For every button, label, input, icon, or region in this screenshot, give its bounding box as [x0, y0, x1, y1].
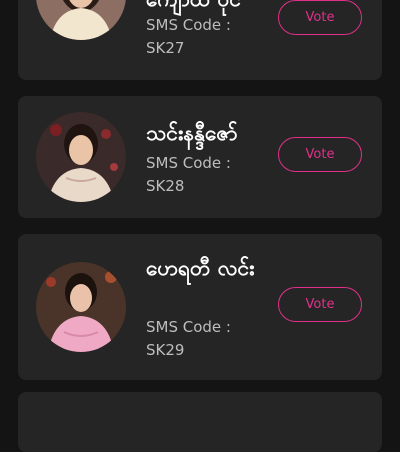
candidate-avatar	[36, 112, 126, 202]
candidate-card	[18, 392, 382, 452]
sms-code-label: SMS Code :	[146, 16, 231, 34]
sms-code: SK27	[146, 39, 185, 57]
candidate-name: ကျော်ထဲ ဝိုင်	[146, 0, 276, 14]
candidate-name: သင်းနန္ဒီဇော်	[146, 121, 238, 145]
candidate-avatar	[36, 0, 126, 40]
sms-code-label: SMS Code :	[146, 318, 231, 336]
candidate-avatar	[36, 262, 126, 352]
candidate-card: သင်းနန္ဒီဇော် SMS Code : SK28 Vote	[18, 96, 382, 218]
candidate-name: ဟေရတီ လင်း	[146, 256, 255, 280]
candidate-card: ဟေရတီ လင်း SMS Code : SK29 Vote	[18, 234, 382, 380]
sms-code-label: SMS Code :	[146, 154, 231, 172]
vote-button[interactable]: Vote	[278, 287, 362, 322]
sms-code: SK28	[146, 177, 185, 195]
vote-button[interactable]: Vote	[278, 137, 362, 172]
sms-code: SK29	[146, 341, 185, 359]
vote-button[interactable]: Vote	[278, 0, 362, 35]
candidate-card: ကျော်ထဲ ဝိုင် SMS Code : SK27 Vote	[18, 0, 382, 80]
